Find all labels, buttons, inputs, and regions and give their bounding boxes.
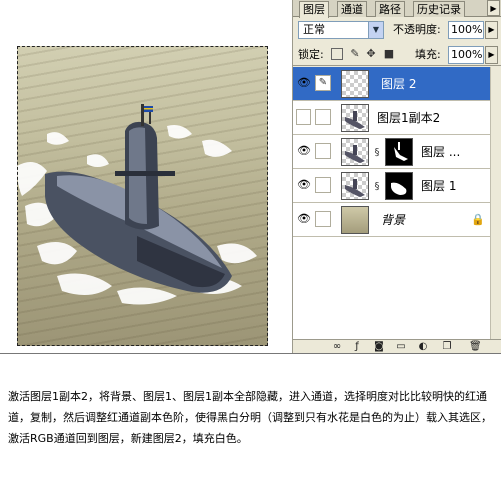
layer-mask-thumbnail[interactable] bbox=[385, 172, 413, 200]
layer-row-layer-copy[interactable]: 👁 § 图层 ... bbox=[293, 135, 490, 169]
layer-name[interactable]: 图层 ... bbox=[421, 144, 460, 160]
background-thumbnail bbox=[341, 206, 369, 234]
lock-transparency-icon[interactable] bbox=[331, 48, 343, 60]
eye-icon[interactable]: 👁 bbox=[296, 143, 312, 159]
link-toggle[interactable] bbox=[315, 143, 331, 159]
link-toggle[interactable] bbox=[315, 109, 331, 125]
blend-mode-value: 正常 bbox=[303, 23, 325, 36]
mask-shape-icon bbox=[391, 182, 407, 195]
layer-list-scrollbar[interactable] bbox=[490, 67, 501, 339]
chevron-down-icon: ▼ bbox=[368, 22, 383, 38]
new-layer-icon[interactable]: ❐ bbox=[441, 341, 453, 353]
submarine-thumb-icon bbox=[345, 179, 365, 197]
layer-row-background[interactable]: 👁 背景 🔒 bbox=[293, 203, 490, 237]
lock-move-icon[interactable]: ✥ bbox=[365, 48, 377, 60]
lock-brush-icon[interactable]: ✎ bbox=[349, 48, 361, 60]
layers-panel: 图层 通道 路径 历史记录 ▶ 正常 ▼ 不透明度: 100% ▶ 锁定: ✎ … bbox=[292, 0, 501, 353]
opacity-input[interactable]: 100% bbox=[448, 21, 484, 39]
layer-name[interactable]: 图层 1 bbox=[421, 178, 456, 194]
layer-thumbnail bbox=[341, 104, 369, 132]
selection-marquee bbox=[17, 46, 268, 346]
layer-mask-thumbnail[interactable] bbox=[385, 138, 413, 166]
opacity-label: 不透明度: bbox=[393, 23, 441, 36]
visibility-toggle[interactable] bbox=[296, 109, 311, 125]
fill-input[interactable]: 100% bbox=[448, 46, 484, 64]
panel-bottom-toolbar: ∞ ƒ ◙ ▭ ◐ ❐ 🗑 bbox=[293, 339, 501, 353]
opacity-slider-icon[interactable]: ▶ bbox=[485, 21, 498, 39]
link-layers-icon[interactable]: ∞ bbox=[331, 341, 343, 353]
layer-name[interactable]: 图层 2 bbox=[381, 76, 416, 92]
mask-shape-icon bbox=[394, 142, 408, 161]
chain-link-icon[interactable]: § bbox=[373, 181, 381, 193]
lock-icon: 🔒 bbox=[471, 213, 485, 226]
layer-name[interactable]: 背景 bbox=[381, 212, 405, 228]
delete-layer-icon[interactable]: 🗑 bbox=[469, 341, 482, 353]
link-toggle[interactable] bbox=[315, 177, 331, 193]
layer-list: 👁 ✎ 图层 2 图层1副本2 👁 § 图层 ... 👁 § 图层 1 👁 背景… bbox=[293, 67, 490, 339]
submarine-thumb-icon bbox=[345, 145, 365, 163]
layer-style-icon[interactable]: ƒ bbox=[351, 341, 363, 353]
submarine-thumb-icon bbox=[345, 111, 365, 129]
eye-icon[interactable]: 👁 bbox=[296, 211, 312, 227]
blend-mode-select[interactable]: 正常 ▼ bbox=[298, 21, 384, 39]
tab-channels[interactable]: 通道 bbox=[337, 1, 367, 17]
new-group-icon[interactable]: ▭ bbox=[395, 341, 407, 353]
fill-slider-icon[interactable]: ▶ bbox=[485, 46, 498, 64]
layer-name[interactable]: 图层1副本2 bbox=[377, 110, 440, 126]
layer-thumbnail bbox=[341, 138, 369, 166]
add-mask-icon[interactable]: ◙ bbox=[373, 341, 385, 353]
lock-label: 锁定: bbox=[298, 48, 324, 61]
eye-icon[interactable]: 👁 bbox=[296, 177, 312, 193]
eye-icon[interactable]: 👁 bbox=[296, 75, 312, 91]
panel-menu-icon[interactable]: ▶ bbox=[487, 0, 500, 16]
layer-row-layer1-copy2[interactable]: 图层1副本2 bbox=[293, 101, 490, 135]
layer-thumbnail bbox=[341, 172, 369, 200]
tab-layers[interactable]: 图层 bbox=[299, 1, 329, 18]
blend-row: 正常 ▼ 不透明度: 100% ▶ bbox=[293, 20, 501, 42]
brush-icon[interactable]: ✎ bbox=[315, 75, 331, 91]
caption-text: 激活图层1副本2，将背景、图层1、图层1副本全部隐藏，进入通道，选择明度对比比较… bbox=[8, 390, 492, 445]
document-canvas[interactable] bbox=[0, 0, 292, 353]
tab-history[interactable]: 历史记录 bbox=[413, 1, 465, 17]
adjustment-layer-icon[interactable]: ◐ bbox=[417, 341, 429, 353]
link-toggle[interactable] bbox=[315, 211, 331, 227]
tutorial-caption: 激活图层1副本2，将背景、图层1、图层1副本全部隐藏，进入通道，选择明度对比比较… bbox=[0, 353, 501, 497]
layer-row-layer1[interactable]: 👁 § 图层 1 bbox=[293, 169, 490, 203]
lock-row: 锁定: ✎ ✥ ■ 填充: 100% ▶ bbox=[293, 44, 501, 66]
chain-link-icon[interactable]: § bbox=[373, 147, 381, 159]
lock-all-icon[interactable]: ■ bbox=[383, 48, 395, 60]
layer-thumbnail bbox=[341, 70, 369, 98]
panel-tabs: 图层 通道 路径 历史记录 ▶ bbox=[293, 0, 501, 18]
layer-row-layer2[interactable]: 👁 ✎ 图层 2 bbox=[293, 67, 490, 101]
tab-paths[interactable]: 路径 bbox=[375, 1, 405, 17]
fill-label: 填充: bbox=[415, 48, 441, 61]
